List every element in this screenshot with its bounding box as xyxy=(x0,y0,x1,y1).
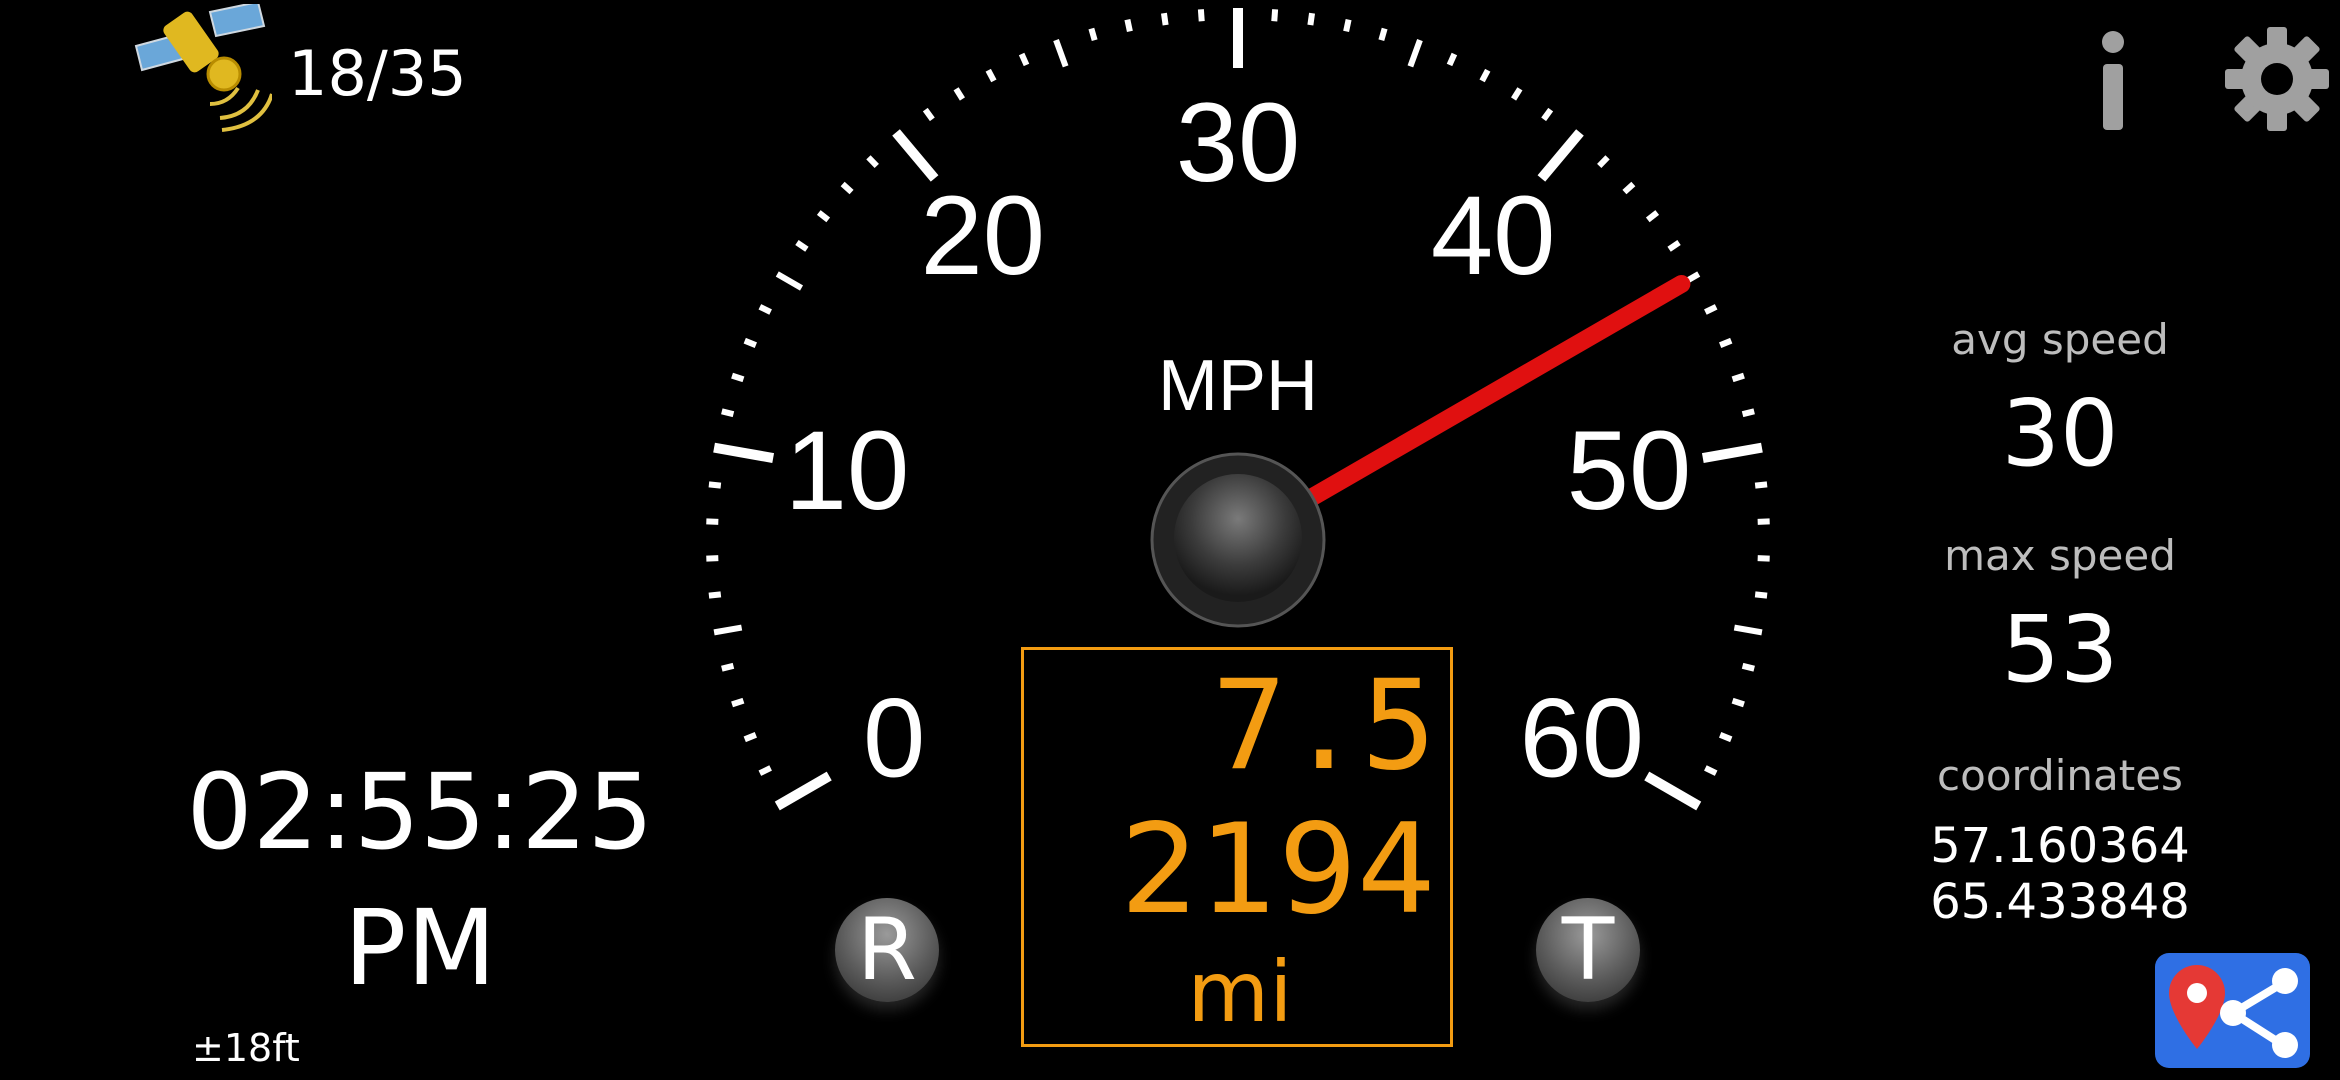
max-speed-value: 53 xyxy=(2001,596,2119,703)
clock-time: 02:55:25 xyxy=(186,751,654,873)
minor-tick xyxy=(1446,52,1458,67)
gear-icon[interactable] xyxy=(2222,24,2332,134)
minor-tick xyxy=(840,181,854,195)
minor-tick xyxy=(1541,107,1554,122)
minor-tick xyxy=(731,372,745,383)
satellite-count: 18/35 xyxy=(288,37,467,110)
minor-tick xyxy=(1741,408,1755,418)
distance-unit: mi xyxy=(1187,943,1293,1041)
minor-tick xyxy=(743,337,757,348)
minor-tick xyxy=(953,87,965,101)
minor-tick xyxy=(1754,481,1768,489)
minor-tick xyxy=(1018,52,1030,67)
minor-tick xyxy=(721,662,735,672)
major-tick xyxy=(1537,129,1584,182)
dial-label-40: 40 xyxy=(1431,173,1556,298)
dial-label-10: 10 xyxy=(785,408,910,533)
minor-tick xyxy=(1719,337,1733,348)
unit-label: MPH xyxy=(1158,346,1318,426)
minor-tick xyxy=(1271,9,1279,22)
odometer-panel[interactable]: 7.5 2194 mi xyxy=(1021,647,1453,1047)
max-speed-label: max speed xyxy=(1944,531,2176,580)
dial-label-50: 50 xyxy=(1567,408,1692,533)
minor-tick xyxy=(1731,697,1745,708)
map-share-icon[interactable] xyxy=(2155,953,2310,1068)
satellite-icon xyxy=(132,0,274,134)
minor-tick xyxy=(708,481,722,489)
avg-speed-value: 30 xyxy=(2001,380,2119,487)
minor-tick xyxy=(731,697,745,708)
minor-tick xyxy=(1704,765,1718,776)
minor-tick xyxy=(795,240,809,252)
trip-distance: 7.5 xyxy=(1212,654,1436,798)
minor-tick xyxy=(866,155,879,169)
minor-tick xyxy=(1160,12,1169,26)
trip-button[interactable]: T xyxy=(1536,898,1640,1002)
minor-tick xyxy=(1719,732,1733,743)
minor-tick xyxy=(1343,19,1352,32)
minor-tick xyxy=(1704,304,1718,315)
minor-tick xyxy=(775,271,804,291)
total-distance: 2194 xyxy=(1120,798,1436,942)
minor-tick xyxy=(758,765,772,776)
reset-button[interactable]: R xyxy=(835,898,939,1002)
clock-ampm: PM xyxy=(343,887,497,1009)
avg-speed-label: avg speed xyxy=(1951,315,2169,364)
minor-tick xyxy=(1622,181,1636,195)
minor-tick xyxy=(1597,155,1610,169)
minor-tick xyxy=(1741,662,1755,672)
major-tick xyxy=(1701,442,1763,463)
major-tick xyxy=(892,129,939,182)
minor-tick xyxy=(1053,39,1069,68)
minor-tick xyxy=(1124,19,1133,32)
gps-accuracy: ±18ft xyxy=(192,1026,300,1070)
dial-label-20: 20 xyxy=(921,173,1046,298)
major-tick xyxy=(1644,771,1702,811)
minor-tick xyxy=(1645,210,1660,223)
minor-tick xyxy=(922,107,935,122)
coordinates-label: coordinates xyxy=(1937,751,2183,800)
major-tick xyxy=(713,442,775,463)
minor-tick xyxy=(816,210,831,223)
dial-label-60: 60 xyxy=(1520,676,1645,801)
dial-label-0: 0 xyxy=(863,676,925,801)
minor-tick xyxy=(1088,27,1098,41)
major-tick xyxy=(774,771,832,811)
minor-tick xyxy=(721,408,735,418)
minor-tick xyxy=(1754,591,1768,599)
minor-tick xyxy=(985,68,997,83)
needle-hub-cap xyxy=(1174,474,1302,602)
minor-tick xyxy=(713,624,743,636)
minor-tick xyxy=(1307,12,1316,26)
minor-tick xyxy=(708,591,722,599)
minor-tick xyxy=(743,732,757,743)
longitude-value: 65.433848 xyxy=(1930,874,2190,930)
minor-tick xyxy=(1407,39,1423,68)
latitude-value: 57.160364 xyxy=(1930,818,2190,874)
info-icon[interactable] xyxy=(2058,24,2168,134)
dial-label-30: 30 xyxy=(1176,80,1301,205)
minor-tick xyxy=(1733,624,1763,636)
minor-tick xyxy=(1731,372,1745,383)
minor-tick xyxy=(1667,240,1681,252)
minor-tick xyxy=(1511,87,1523,101)
minor-tick xyxy=(1197,9,1205,22)
minor-tick xyxy=(758,304,772,315)
minor-tick xyxy=(1479,68,1491,83)
minor-tick xyxy=(1378,27,1388,41)
